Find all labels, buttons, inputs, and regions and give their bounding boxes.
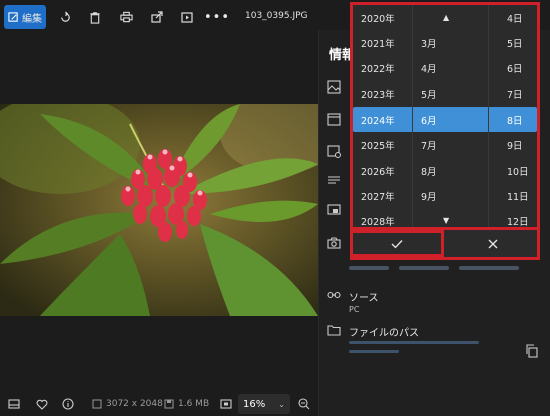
year-option[interactable]: 2023年 xyxy=(361,81,395,106)
scroll-up-icon[interactable]: ▲ xyxy=(443,5,449,30)
calendar-icon[interactable] xyxy=(327,112,341,126)
info-button[interactable] xyxy=(62,396,74,412)
dimensions-text: 3072 x 2048 xyxy=(106,399,163,409)
filmstrip-icon xyxy=(8,399,20,409)
blurred-path xyxy=(349,350,399,353)
more-options-button[interactable]: ••• xyxy=(204,5,231,29)
day-option-selected[interactable]: 8日 xyxy=(507,107,523,132)
photos-app-window: 編集 ••• 103_0395.JPG 3072 x 2048 1.6 MB 1… xyxy=(0,0,550,416)
edit-icon xyxy=(8,11,18,22)
date-picker-footer xyxy=(350,230,540,260)
image-icon xyxy=(327,80,341,94)
status-bar: 3072 x 2048 1.6 MB 16% ⌄ xyxy=(0,392,318,416)
save-icon xyxy=(164,399,174,409)
heart-icon xyxy=(36,399,48,410)
zoom-value: 16% xyxy=(243,398,266,410)
day-column[interactable]: 4日 5日 6日 7日 8日 9日 10日 11日 12日 xyxy=(489,5,537,228)
link-icon xyxy=(327,291,341,299)
day-option[interactable]: 10日 xyxy=(507,158,529,183)
dimensions-info: 3072 x 2048 xyxy=(92,396,163,412)
zoom-out-button[interactable] xyxy=(298,396,310,412)
filmstrip-button[interactable] xyxy=(8,396,20,412)
day-option[interactable]: 4日 xyxy=(507,5,523,30)
month-option[interactable]: 7月 xyxy=(421,132,437,157)
year-column[interactable]: 2020年 2021年 2022年 2023年 2024年 2025年 2026… xyxy=(353,5,413,228)
edit-button-label: 編集 xyxy=(22,13,42,25)
share-button[interactable] xyxy=(146,5,168,29)
day-option[interactable]: 6日 xyxy=(507,55,523,80)
more-icon: ••• xyxy=(204,9,231,25)
folder-icon xyxy=(327,325,341,336)
close-icon xyxy=(488,239,497,248)
month-option[interactable]: 5月 xyxy=(421,81,437,106)
month-option[interactable]: 8月 xyxy=(421,158,437,183)
blurred-path xyxy=(349,341,479,344)
printer-icon xyxy=(119,11,133,23)
day-option[interactable]: 9日 xyxy=(507,132,523,157)
folder-image-icon xyxy=(327,204,341,215)
year-option[interactable]: 2021年 xyxy=(361,30,395,55)
source-value: PC xyxy=(349,305,360,314)
print-button[interactable] xyxy=(115,5,137,29)
camera-icon xyxy=(327,237,341,249)
delete-button[interactable] xyxy=(84,5,106,29)
day-option[interactable]: 5日 xyxy=(507,30,523,55)
month-option[interactable]: 3月 xyxy=(421,30,437,55)
blurred-text xyxy=(399,266,449,270)
share-icon xyxy=(151,11,163,23)
zoom-out-icon xyxy=(298,398,310,410)
file-name: 103_0395.JPG xyxy=(245,11,308,21)
filepath-label: ファイルのパス xyxy=(349,328,419,339)
blurred-text xyxy=(459,266,519,270)
year-option[interactable]: 2022年 xyxy=(361,55,395,80)
confirm-button[interactable] xyxy=(350,230,444,257)
month-option-selected[interactable]: 6月 xyxy=(421,107,437,132)
year-option-selected[interactable]: 2024年 xyxy=(361,107,395,132)
year-option[interactable]: 2027年 xyxy=(361,183,395,208)
copy-icon[interactable] xyxy=(525,344,539,358)
image-size-icon xyxy=(92,399,102,409)
trash-icon xyxy=(90,11,100,24)
month-column[interactable]: ▲ 3月 4月 5月 6月 7月 8月 9月 ▼ xyxy=(413,5,489,227)
month-option[interactable]: 4月 xyxy=(421,55,437,80)
filesize-info: 1.6 MB xyxy=(164,396,209,412)
source-label: ソース xyxy=(349,293,379,304)
zoom-select[interactable]: 16% ⌄ xyxy=(238,394,290,414)
date-edit-icon[interactable] xyxy=(327,144,341,158)
description-icon xyxy=(328,176,340,184)
filesize-text: 1.6 MB xyxy=(178,399,210,409)
flower-photo xyxy=(0,104,318,316)
year-option[interactable]: 2025年 xyxy=(361,132,395,157)
month-option[interactable]: 9月 xyxy=(421,183,437,208)
slideshow-icon xyxy=(181,11,193,23)
chevron-down-icon: ⌄ xyxy=(278,399,285,409)
year-option[interactable]: 2026年 xyxy=(361,158,395,183)
rotate-button[interactable] xyxy=(54,5,76,29)
checkmark-icon xyxy=(391,239,403,248)
rotate-icon xyxy=(60,11,70,22)
edit-button[interactable]: 編集 xyxy=(4,5,46,29)
blurred-text xyxy=(349,266,389,270)
fit-screen-icon xyxy=(220,399,232,409)
cancel-button[interactable] xyxy=(448,230,537,257)
date-picker: 2020年 2021年 2022年 2023年 2024年 2025年 2026… xyxy=(350,2,540,230)
favorite-button[interactable] xyxy=(36,396,48,412)
toolbar: 編集 ••• 103_0395.JPG xyxy=(0,0,320,34)
photo-view[interactable] xyxy=(0,104,318,316)
fit-to-window-button[interactable] xyxy=(220,396,232,412)
slideshow-button[interactable] xyxy=(176,5,198,29)
day-option[interactable]: 7日 xyxy=(507,81,523,106)
info-icon xyxy=(62,398,74,410)
day-option[interactable]: 11日 xyxy=(507,183,529,208)
year-option[interactable]: 2020年 xyxy=(361,5,395,30)
